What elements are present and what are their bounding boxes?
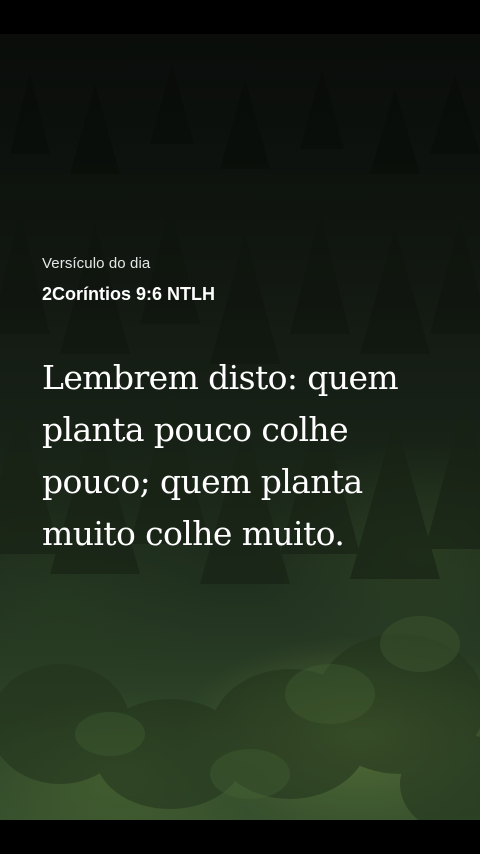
top-letterbox-bar bbox=[0, 0, 480, 34]
verse-card[interactable]: Versículo do dia 2Coríntios 9:6 NTLH Lem… bbox=[42, 252, 452, 560]
verse-text: Lembrem disto: quem planta pouco colhe p… bbox=[42, 358, 399, 553]
verse-reference: 2Coríntios 9:6 NTLH bbox=[42, 284, 216, 304]
verse-of-the-day-screen: Versículo do dia 2Coríntios 9:6 NTLH Lem… bbox=[0, 0, 480, 854]
verse-of-the-day-label: Versículo do dia bbox=[42, 255, 151, 272]
bottom-letterbox-bar bbox=[0, 820, 480, 854]
